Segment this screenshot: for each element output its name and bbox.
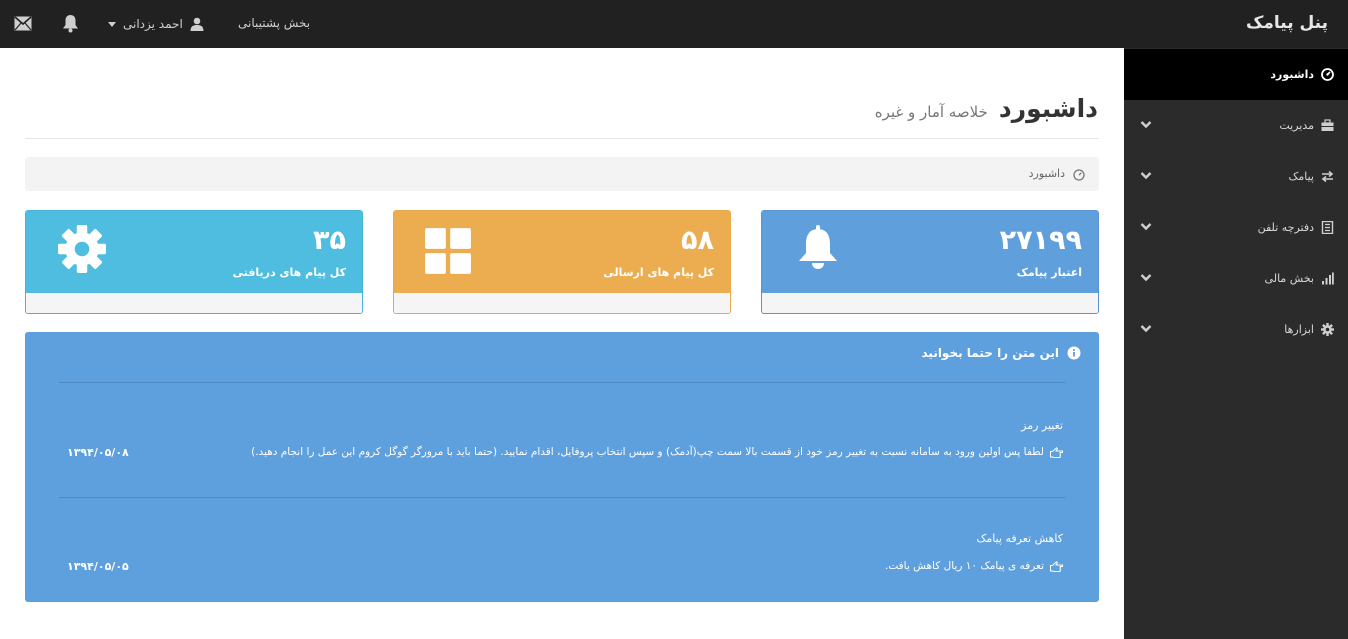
mail-icon[interactable] — [14, 16, 32, 31]
user-menu[interactable]: احمد یزدانی — [108, 0, 204, 48]
stat-card-sms-credit[interactable]: ۲۷۱۹۹ اعتبار پیامک — [761, 210, 1099, 314]
notice-divider — [59, 382, 1065, 383]
hand-pointer-icon — [1050, 560, 1063, 572]
page-title: داشبورد خلاصه آمار و غیره — [875, 94, 1098, 123]
sidebar-item-sms[interactable]: پیامک — [1124, 151, 1348, 202]
stat-value: ۵۸ — [681, 225, 714, 256]
support-link[interactable]: بخش پشتیبانی — [238, 0, 310, 48]
sidebar-item-phonebook[interactable]: دفترچه تلفن — [1124, 202, 1348, 253]
user-name: احمد یزدانی — [123, 17, 183, 31]
stat-card-received-messages[interactable]: ۳۵ کل پیام های دریافتی — [25, 210, 363, 314]
stat-value: ۲۷۱۹۹ — [999, 225, 1082, 256]
chevron-down-icon[interactable] — [1140, 324, 1152, 333]
notebook-icon — [1321, 221, 1334, 234]
sidebar-item-label: ابزارها — [1284, 323, 1314, 336]
briefcase-icon — [1321, 119, 1334, 131]
stat-label: اعتبار پیامک — [1016, 266, 1082, 279]
notice-item-title: تغییر رمز — [1021, 419, 1063, 432]
bar-chart-icon — [1322, 272, 1334, 285]
notice-item-title: کاهش تعرفه پیامک — [976, 532, 1063, 545]
hand-pointer-icon — [1050, 446, 1063, 458]
stat-card-footer[interactable] — [26, 293, 362, 313]
notice-item-body: لطفا پس اولین ورود به سامانه نسبت به تغی… — [251, 446, 1063, 458]
chevron-down-icon[interactable] — [1140, 120, 1152, 129]
user-icon — [190, 17, 204, 31]
chevron-down-icon[interactable] — [1140, 171, 1152, 180]
sidebar-item-label: پیامک — [1288, 170, 1314, 183]
stat-value: ۳۵ — [313, 225, 346, 256]
notice-header: این متن را حتما بخوانید — [921, 346, 1081, 360]
dashboard-icon — [1073, 169, 1085, 181]
gear-icon — [58, 225, 106, 273]
chevron-down-icon[interactable] — [1140, 222, 1152, 231]
transfer-icon — [1321, 170, 1334, 183]
bell-icon — [799, 225, 837, 269]
sidebar: داشبورد مدیریت پیامک دفترچه تلفن بخش مال… — [1124, 48, 1348, 639]
grid-icon — [425, 228, 471, 274]
top-navbar: پنل پیامک احمد یزدانی بخش پشتیبانی — [0, 0, 1348, 48]
notice-item-text: تعرفه ی پیامک ۱۰ ریال کاهش یافت. — [884, 560, 1044, 572]
sidebar-item-label: دفترچه تلفن — [1257, 221, 1314, 234]
notice-panel: این متن را حتما بخوانید تغییر رمز لطفا پ… — [25, 332, 1099, 602]
stat-card-sent-messages[interactable]: ۵۸ کل پیام های ارسالی — [393, 210, 731, 314]
sidebar-item-label: بخش مالی — [1264, 272, 1314, 285]
sidebar-item-finance[interactable]: بخش مالی — [1124, 253, 1348, 304]
notice-item-body: تعرفه ی پیامک ۱۰ ریال کاهش یافت. — [885, 560, 1063, 572]
sidebar-item-label: داشبورد — [1270, 68, 1314, 81]
caret-down-icon — [108, 21, 116, 27]
sidebar-item-label: مدیریت — [1279, 119, 1314, 132]
sidebar-item-tools[interactable]: ابزارها — [1124, 304, 1348, 355]
bell-icon[interactable] — [62, 14, 79, 33]
breadcrumb-item-dashboard[interactable]: داشبورد — [1029, 157, 1065, 191]
title-divider — [25, 138, 1099, 139]
page-subtitle: خلاصه آمار و غیره — [874, 103, 988, 121]
stat-label: کل پیام های دریافتی — [232, 266, 346, 279]
sidebar-item-management[interactable]: مدیریت — [1124, 100, 1348, 151]
page-title-text: داشبورد — [998, 94, 1098, 123]
brand-title[interactable]: پنل پیامک — [1246, 0, 1328, 48]
stat-card-footer[interactable] — [394, 293, 730, 313]
notice-item-date: ۱۳۹۴/۰۵/۰۸ — [67, 446, 129, 459]
notice-divider — [59, 497, 1065, 498]
breadcrumb: داشبورد — [25, 157, 1099, 191]
notice-item-date: ۱۳۹۴/۰۵/۰۵ — [67, 560, 129, 573]
dashboard-icon — [1321, 68, 1334, 81]
stat-card-footer[interactable] — [762, 293, 1098, 313]
stat-label: کل پیام های ارسالی — [603, 266, 714, 279]
gear-icon — [1321, 323, 1334, 336]
chevron-down-icon[interactable] — [1140, 273, 1152, 282]
notice-title: این متن را حتما بخوانید — [921, 346, 1059, 360]
info-icon — [1067, 346, 1081, 360]
notice-item-text: لطفا پس اولین ورود به سامانه نسبت به تغی… — [251, 446, 1044, 458]
sidebar-item-dashboard[interactable]: داشبورد — [1124, 49, 1348, 100]
